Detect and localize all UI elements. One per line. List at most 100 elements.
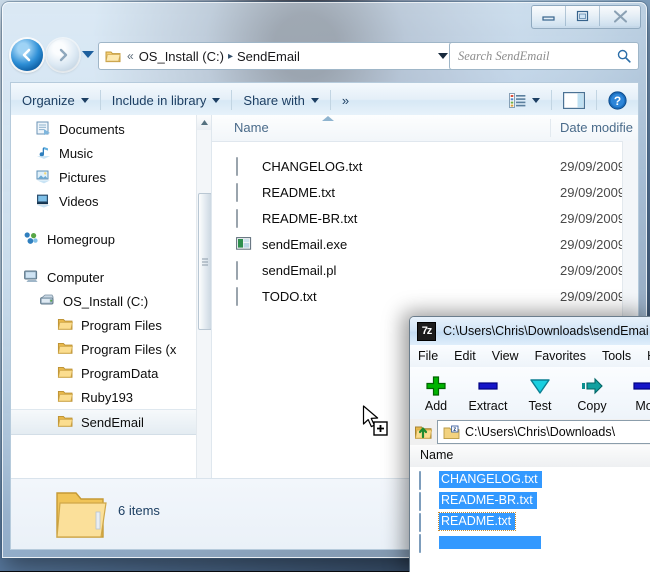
- text-file-icon: [419, 513, 432, 532]
- move-button[interactable]: Mo: [618, 367, 650, 419]
- archive-folder-icon: z: [443, 425, 460, 440]
- minimize-button[interactable]: [532, 6, 566, 26]
- close-button[interactable]: [600, 6, 640, 26]
- computer-icon: [23, 269, 41, 285]
- sidebar-item-label: Program Files (x: [81, 341, 177, 357]
- sevenzip-path-combobox[interactable]: z C:\Users\Chris\Downloads\: [437, 420, 650, 444]
- preview-pane-icon: [563, 91, 585, 109]
- table-row[interactable]: TODO.txt 29/09/2009 1: [212, 284, 638, 309]
- move-label: Mo: [635, 398, 650, 413]
- add-button[interactable]: Add: [410, 367, 462, 419]
- sidebar-item-label: Homegroup: [47, 231, 115, 247]
- add-label: Add: [424, 398, 448, 413]
- folder-icon: [57, 414, 75, 430]
- sevenzip-menu-bar: File Edit View Favorites Tools H: [410, 345, 650, 368]
- extract-button[interactable]: Extract: [462, 367, 514, 419]
- sidebar-item-documents[interactable]: Documents: [11, 117, 197, 141]
- sidebar-item-label: Computer: [47, 269, 105, 285]
- text-file-icon: [236, 286, 253, 306]
- table-row[interactable]: CHANGELOG.txt 29/09/2009 1: [212, 154, 638, 179]
- organize-label: Organize: [22, 92, 75, 108]
- menu-view[interactable]: View: [484, 349, 527, 363]
- text-file-icon: [236, 156, 253, 176]
- sevenzip-title-bar[interactable]: 7z C:\Users\Chris\Downloads\sendEmai: [410, 317, 650, 346]
- sidebar-item-ruby193[interactable]: Ruby193: [11, 385, 197, 409]
- videos-icon: [35, 193, 53, 209]
- breadcrumb-bar[interactable]: « OS_Install (C:) ▸ SendEmail: [98, 42, 456, 70]
- help-button[interactable]: ?: [597, 83, 638, 117]
- sidebar-item-homegroup[interactable]: Homegroup: [11, 227, 197, 251]
- sidebar-item-computer[interactable]: Computer: [11, 265, 197, 289]
- folder-icon: [57, 317, 75, 333]
- menu-help[interactable]: H: [639, 349, 650, 363]
- table-row[interactable]: README-BR.txt 29/09/2009 1: [212, 206, 638, 231]
- view-list-icon: [509, 92, 526, 108]
- table-row[interactable]: sendEmail.exe 29/09/2009 9: [212, 232, 638, 257]
- sevenzip-address-bar: z C:\Users\Chris\Downloads\: [410, 419, 650, 445]
- explorer-address-row: « OS_Install (C:) ▸ SendEmail Search Sen…: [2, 36, 647, 74]
- share-with-button[interactable]: Share with: [232, 83, 329, 117]
- scroll-up-button[interactable]: [197, 115, 211, 130]
- sidebar-item-os-install[interactable]: OS_Install (C:): [11, 289, 197, 313]
- sidebar-item-label: Ruby193: [81, 389, 134, 405]
- list-item[interactable]: [410, 532, 650, 553]
- search-box[interactable]: Search SendEmail: [449, 42, 639, 70]
- up-one-level-button[interactable]: [410, 420, 437, 444]
- sidebar-item-sendemail[interactable]: SendEmail: [11, 409, 197, 435]
- list-item[interactable]: README-BR.txt: [410, 490, 650, 511]
- include-in-library-button[interactable]: Include in library: [101, 83, 232, 117]
- sidebar-item-pictures[interactable]: Pictures: [11, 165, 197, 189]
- sidebar-item-program-files-x86[interactable]: Program Files (x: [11, 337, 197, 361]
- menu-tools[interactable]: Tools: [594, 349, 639, 363]
- search-icon[interactable]: [617, 49, 631, 63]
- menu-favorites[interactable]: Favorites: [527, 349, 594, 363]
- table-row[interactable]: README.txt 29/09/2009 1: [212, 180, 638, 205]
- explorer-title-bar[interactable]: [2, 2, 647, 36]
- more-commands-button[interactable]: »: [331, 83, 360, 117]
- sevenzip-file-list: CHANGELOG.txt README-BR.txt README.txt: [410, 467, 650, 572]
- maximize-button[interactable]: [566, 6, 600, 26]
- sidebar-item-program-files[interactable]: Program Files: [11, 313, 197, 337]
- sevenzip-toolbar: Add Extract Test Copy Mo: [410, 367, 650, 420]
- sevenzip-logo-text: 7z: [421, 324, 433, 337]
- forward-button[interactable]: [47, 39, 79, 71]
- column-header-name[interactable]: Name: [234, 120, 269, 135]
- file-name: README.txt: [262, 185, 335, 200]
- breadcrumb-item-folder[interactable]: SendEmail: [237, 49, 300, 64]
- change-view-button[interactable]: [498, 83, 551, 117]
- recent-pages-dropdown[interactable]: [82, 51, 94, 58]
- column-divider[interactable]: [550, 119, 551, 137]
- table-row[interactable]: sendEmail.pl 29/09/2009 1: [212, 258, 638, 283]
- file-name: CHANGELOG.txt: [262, 159, 363, 174]
- list-item[interactable]: README.txt: [410, 511, 650, 532]
- text-file-icon: [419, 471, 432, 490]
- scrollbar-thumb[interactable]: [198, 193, 211, 330]
- svg-text:?: ?: [614, 94, 621, 108]
- file-name: TODO.txt: [262, 289, 317, 304]
- column-header-date-modified[interactable]: Date modifie: [560, 120, 633, 135]
- breadcrumb-item-drive[interactable]: OS_Install (C:): [139, 49, 224, 64]
- list-item[interactable]: CHANGELOG.txt: [410, 469, 650, 490]
- organize-button[interactable]: Organize: [11, 83, 100, 117]
- breadcrumb-separator[interactable]: ▸: [228, 51, 233, 62]
- sidebar-item-videos[interactable]: Videos: [11, 189, 197, 213]
- status-item-count: 6 items: [118, 503, 160, 518]
- test-button[interactable]: Test: [514, 367, 566, 419]
- copy-button[interactable]: Copy: [566, 367, 618, 419]
- sidebar-item-music[interactable]: Music: [11, 141, 197, 165]
- search-input[interactable]: Search SendEmail: [458, 49, 617, 64]
- sevenzip-window: 7z C:\Users\Chris\Downloads\sendEmai Fil…: [409, 316, 650, 572]
- preview-pane-button[interactable]: [552, 83, 596, 117]
- text-file-icon: [419, 492, 432, 511]
- folder-icon: [57, 389, 75, 405]
- sidebar-item-programdata[interactable]: ProgramData: [11, 361, 197, 385]
- menu-file[interactable]: File: [410, 349, 446, 363]
- sidebar-item-label: Pictures: [59, 169, 106, 185]
- breadcrumb-dropdown-arrow[interactable]: [438, 53, 448, 59]
- back-button[interactable]: [11, 39, 43, 71]
- column-header-name[interactable]: Name: [420, 448, 453, 462]
- folder-icon: [105, 49, 121, 63]
- sort-ascending-icon: [322, 116, 334, 121]
- breadcrumb-overflow-chevron[interactable]: «: [127, 49, 134, 63]
- menu-edit[interactable]: Edit: [446, 349, 484, 363]
